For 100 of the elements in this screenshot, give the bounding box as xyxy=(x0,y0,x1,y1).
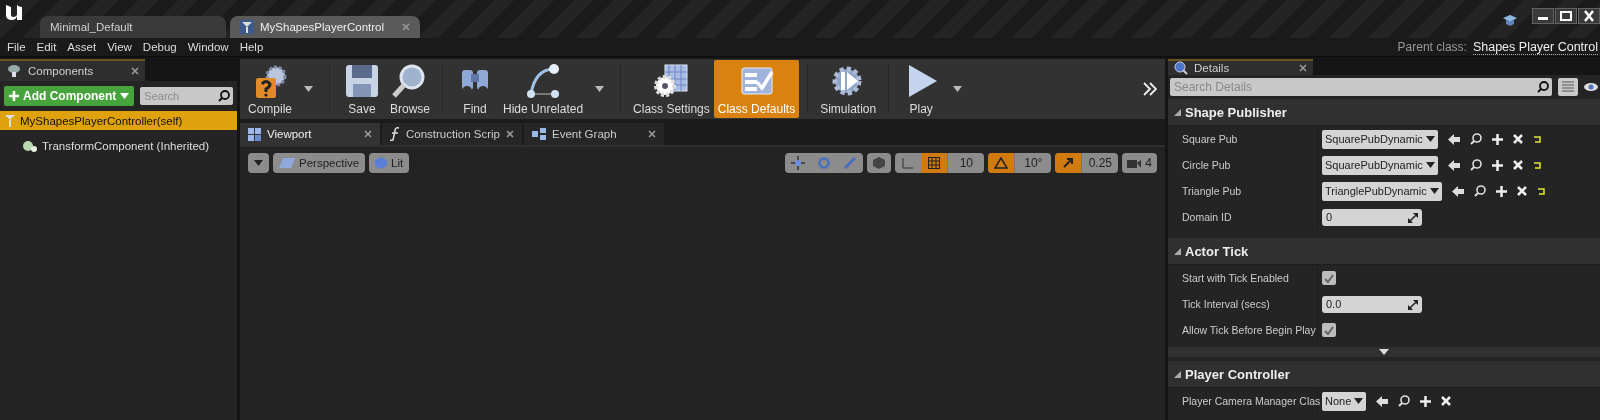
toolbar-button[interactable]: Simulation xyxy=(816,60,881,118)
maximize-icon[interactable] xyxy=(1555,8,1577,24)
actor-icon xyxy=(4,113,16,128)
parent-class-link[interactable]: Shapes Player Control xyxy=(1472,39,1598,55)
tree-item[interactable]: MyShapesPlayerController(self) xyxy=(0,111,237,130)
window-grid-icon xyxy=(248,127,261,141)
cube-icon[interactable] xyxy=(867,153,892,173)
lighting-button[interactable]: Lit xyxy=(369,153,410,173)
advanced-toggle[interactable] xyxy=(1168,347,1600,357)
document-tab[interactable]: MyShapesPlayerControl xyxy=(230,16,420,38)
number-field[interactable]: 0 xyxy=(1322,208,1422,226)
menu-item[interactable]: Edit xyxy=(33,41,65,53)
chevrons-icon[interactable] xyxy=(1143,82,1157,96)
toolbar-button[interactable]: Save xyxy=(338,60,386,118)
arrow-left-icon[interactable] xyxy=(1447,159,1460,171)
property-label: Triangle Pub xyxy=(1168,178,1318,204)
checkbox[interactable] xyxy=(1322,323,1336,337)
caret-icon xyxy=(1379,348,1389,356)
search-icon[interactable] xyxy=(1469,159,1482,171)
snap-toggle[interactable] xyxy=(1055,153,1082,173)
close-icon[interactable] xyxy=(1578,8,1600,24)
toolbar-button[interactable]: Hide Unrelated xyxy=(499,60,588,118)
caret-icon xyxy=(1425,136,1435,142)
drag-handle-icon xyxy=(1408,212,1418,223)
toolbar-button[interactable]: Find xyxy=(451,60,500,118)
search-icon[interactable] xyxy=(1469,133,1482,145)
diagonal-arrow-icon xyxy=(1062,157,1075,169)
section-header[interactable]: Shape Publisher xyxy=(1168,99,1600,126)
menu-item[interactable]: Window xyxy=(184,41,237,53)
menu-item[interactable]: Debug xyxy=(139,41,185,53)
property-label: Allow Tick Before Begin Play xyxy=(1168,317,1318,343)
toolbar-button[interactable]: Browse xyxy=(386,60,435,118)
function-icon xyxy=(390,127,400,141)
caret-icon xyxy=(1425,162,1435,168)
property-label: Tick Interval (secs) xyxy=(1168,291,1318,317)
snap-toggle[interactable] xyxy=(988,153,1015,173)
caret-icon xyxy=(304,86,313,92)
eye-icon[interactable] xyxy=(1584,82,1598,92)
arrow-left-icon[interactable] xyxy=(1451,185,1464,197)
menu-item[interactable]: File xyxy=(4,41,34,53)
search-field[interactable]: Search xyxy=(140,87,233,105)
actor-icon xyxy=(240,20,254,34)
document-tab[interactable]: Minimal_Default xyxy=(40,16,226,38)
close-icon[interactable] xyxy=(648,130,656,138)
arrow-left-icon[interactable] xyxy=(1376,395,1389,407)
caret-icon xyxy=(595,86,605,92)
panel-tab[interactable]: Details xyxy=(1168,59,1313,75)
caret-icon xyxy=(120,93,130,99)
tree-item[interactable]: TransformComponent (Inherited) xyxy=(18,136,237,155)
menu-item[interactable]: Asset xyxy=(64,41,105,53)
graph-icon xyxy=(532,128,546,140)
search-icon xyxy=(1537,81,1549,93)
view-mode-button[interactable]: Perspective xyxy=(273,153,366,173)
search-field[interactable]: Search Details xyxy=(1170,78,1552,96)
property-label: Circle Pub xyxy=(1168,152,1318,178)
plus-icon[interactable] xyxy=(1491,133,1503,145)
toolbar-button[interactable]: Class Settings xyxy=(629,60,714,118)
caret-icon xyxy=(1354,398,1364,404)
property-label: Square Pub xyxy=(1168,126,1318,152)
number-field[interactable]: 0.0 xyxy=(1322,295,1422,313)
section-header[interactable]: Player Controller xyxy=(1168,361,1600,388)
parent-class-label: Parent class: xyxy=(1397,40,1467,54)
viewport[interactable]: Perspective Lit 10 10° 0.25 4 xyxy=(240,145,1165,420)
menu-item[interactable]: Help xyxy=(236,41,272,53)
editor-tab[interactable]: Construction Scrip xyxy=(382,123,522,145)
camera-speed-button[interactable]: 4 xyxy=(1122,153,1157,173)
asset-dropdown[interactable]: SquarePubDynamic xyxy=(1322,129,1438,149)
plus-icon[interactable] xyxy=(1420,395,1432,407)
asset-dropdown[interactable]: None xyxy=(1322,391,1367,411)
toolbar-button[interactable]: Play xyxy=(897,60,946,118)
graduation-cap-icon[interactable] xyxy=(1503,14,1517,28)
caret-icon xyxy=(254,160,263,166)
close-icon[interactable] xyxy=(506,130,514,138)
arrow-left-icon[interactable] xyxy=(1447,133,1460,145)
info-magnifier-icon xyxy=(1174,61,1188,75)
caret-icon xyxy=(953,86,963,92)
menu-item[interactable]: View xyxy=(104,41,140,53)
asset-dropdown[interactable]: TrianglePubDynamic xyxy=(1322,181,1442,201)
viewport-menu-button[interactable] xyxy=(248,153,269,173)
toolbar-button[interactable]: Compile xyxy=(244,60,296,118)
grid-icon xyxy=(928,157,941,169)
minimize-icon[interactable] xyxy=(1532,8,1554,24)
property-label: Player Camera Manager Clas xyxy=(1168,388,1318,414)
camera-icon xyxy=(1127,158,1142,168)
plus-icon xyxy=(9,91,19,101)
editor-tab[interactable]: Viewport xyxy=(240,123,380,145)
caret-icon xyxy=(1429,188,1439,194)
property-label: Start with Tick Enabled xyxy=(1168,265,1318,291)
checkbox[interactable] xyxy=(1322,271,1336,285)
asset-dropdown[interactable]: SquarePubDynamic xyxy=(1322,155,1438,175)
search-icon[interactable] xyxy=(1473,185,1486,197)
plus-icon[interactable] xyxy=(1491,159,1503,171)
section-header[interactable]: Actor Tick xyxy=(1168,238,1600,265)
drag-handle-icon xyxy=(1408,299,1418,310)
editor-tab[interactable]: Event Graph xyxy=(524,123,664,145)
sphere-icon xyxy=(22,138,38,153)
panel-tab[interactable]: Components xyxy=(0,59,145,81)
snap-toggle[interactable] xyxy=(921,153,948,173)
search-icon[interactable] xyxy=(1398,395,1411,407)
plus-icon[interactable] xyxy=(1495,185,1507,197)
